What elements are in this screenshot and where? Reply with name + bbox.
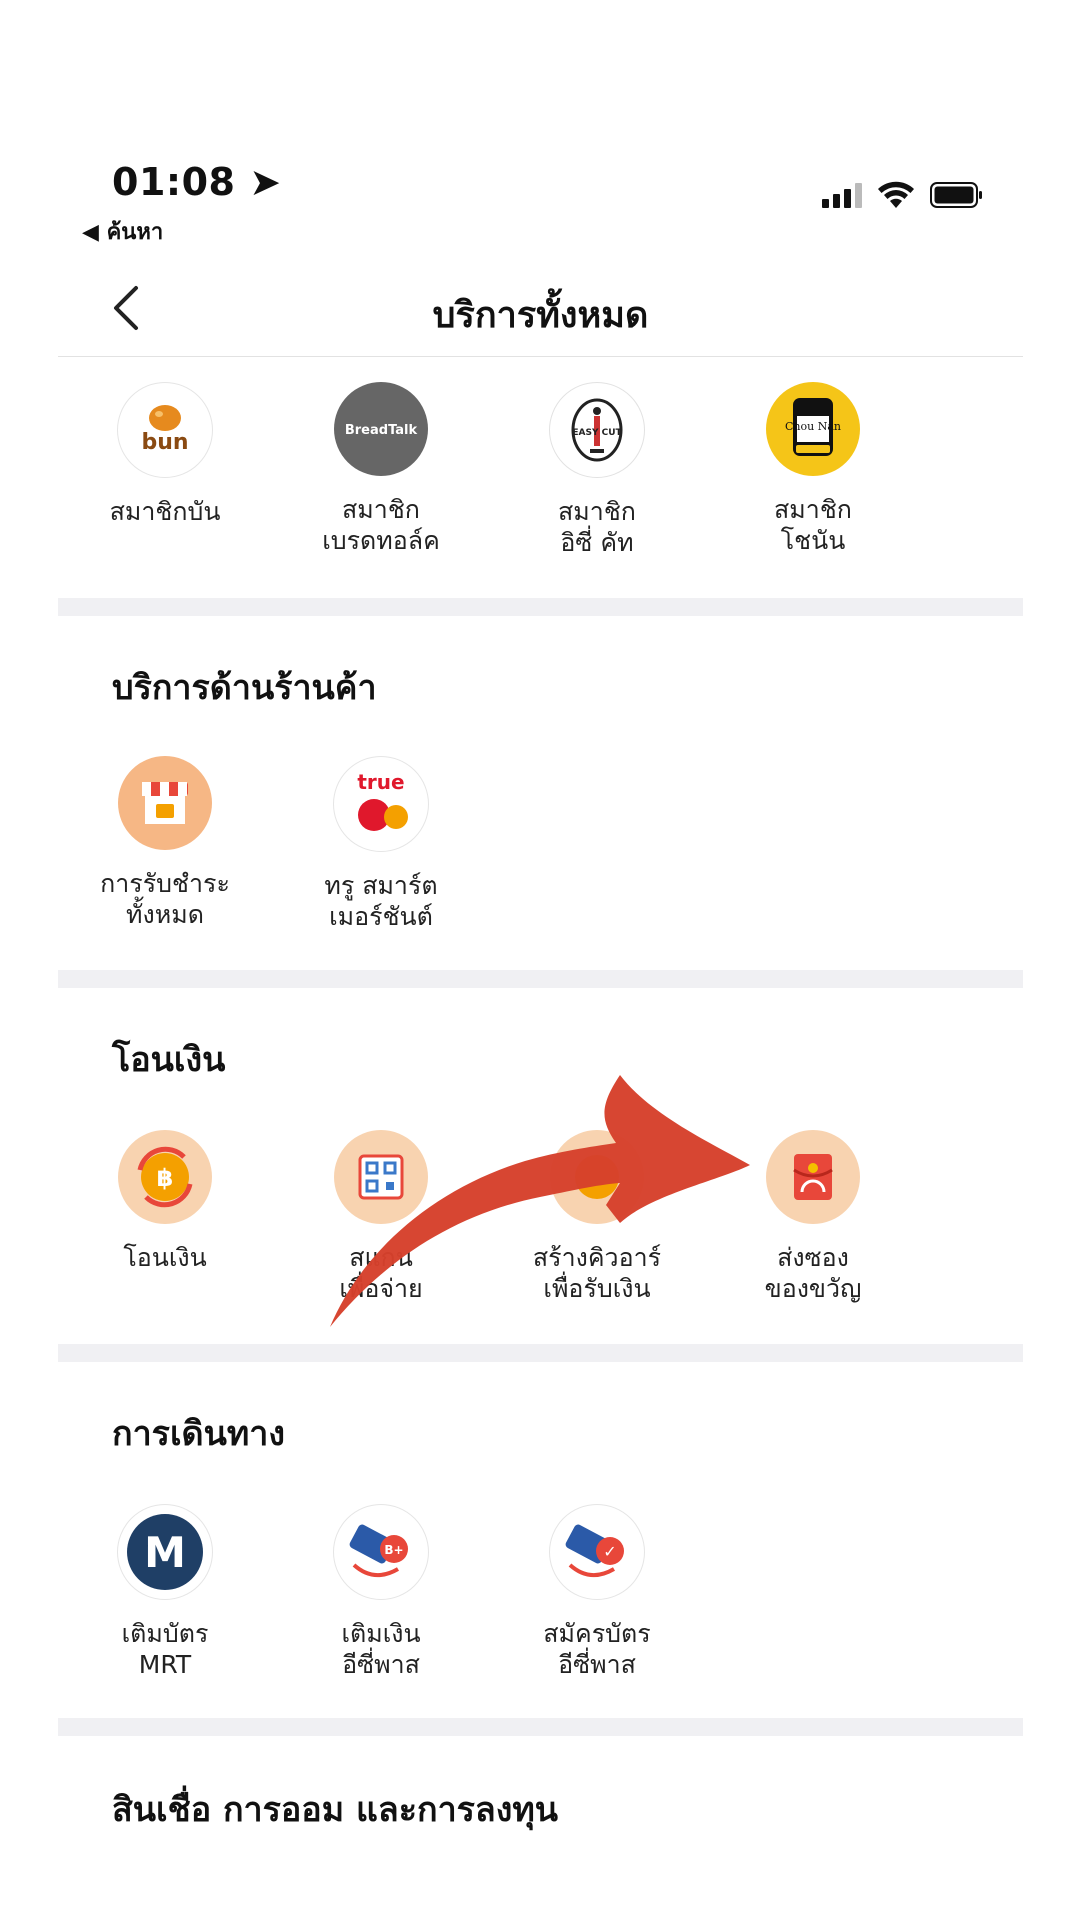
- breadtalk-logo-icon: BreadTalk: [334, 382, 428, 476]
- mrt-letter: M: [144, 1528, 186, 1577]
- location-arrow-icon: ➤: [249, 160, 282, 204]
- easycut-logo-text: EASY CUT: [572, 428, 622, 438]
- tile-topup-easypass[interactable]: B+ เติมเงิน อีซี่พาส: [274, 1504, 488, 1680]
- status-bar: 01:08 ➤ ◀ ค้นหา: [0, 0, 1080, 250]
- section-divider: [58, 970, 1023, 988]
- bun-logo-text: bun: [141, 430, 188, 455]
- easypass-register-icon: ✓: [549, 1504, 645, 1600]
- baht-symbol: ฿: [157, 1164, 174, 1192]
- tile-label: การรับชำระ ทั้งหมด: [100, 869, 230, 929]
- chounan-logo-text: Chou Nan: [785, 420, 841, 433]
- section-title-merchant: บริการด้านร้านค้า: [112, 668, 377, 708]
- gift-envelope-icon: [766, 1130, 860, 1224]
- tile-label: สมัครบัตร อีซี่พาส: [543, 1619, 651, 1679]
- section-title-transfer: โอนเงิน: [112, 1040, 226, 1080]
- shop-icon: [118, 756, 212, 850]
- breadtalk-logo-text: BreadTalk: [345, 423, 418, 438]
- bun-logo-icon: bun: [117, 382, 213, 478]
- tile-register-easypass[interactable]: ✓ สมัครบัตร อีซี่พาส: [490, 1504, 704, 1680]
- tile-label: โอนเงิน: [123, 1243, 207, 1272]
- members-row: bun สมาชิกบัน BreadTalk สมาชิก เบรดทอล์ค …: [58, 382, 1023, 572]
- tile-label: ทรู สมาร์ต เมอร์ชันต์: [324, 871, 438, 931]
- tile-label: สมาชิก อิซี่ คัท: [558, 497, 636, 557]
- tile-label: เติมบัตร MRT: [121, 1619, 209, 1679]
- tile-transfer[interactable]: ฿ โอนเงิน: [58, 1130, 272, 1273]
- tile-payment-all[interactable]: การรับชำระ ทั้งหมด: [58, 756, 272, 930]
- tile-member-chounan[interactable]: Chou Nan สมาชิก โชนัน: [706, 382, 920, 556]
- back-to-app-link[interactable]: ◀ ค้นหา: [82, 214, 163, 249]
- true-logo-text: true: [357, 770, 404, 794]
- navigation-bar: บริการทั้งหมด: [58, 270, 1023, 357]
- tile-label: สมาชิก โชนัน: [774, 495, 852, 555]
- easycut-logo-icon: EASY CUT: [549, 382, 645, 478]
- easypass-topup-icon: B+: [333, 1504, 429, 1600]
- tile-true-smart-merchant[interactable]: true ทรู สมาร์ต เมอร์ชันต์: [274, 756, 488, 932]
- easypass-register-badge: ✓: [603, 1542, 616, 1561]
- page-title: บริการทั้งหมด: [432, 295, 649, 336]
- travel-row: M เติมบัตร MRT B+ เติมเงิน อีซี่พาส ✓ สมัค…: [58, 1504, 1023, 1694]
- system-icons: [822, 180, 984, 210]
- section-title-travel: การเดินทาง: [112, 1414, 285, 1454]
- section-divider: [58, 1718, 1023, 1736]
- mrt-icon: M: [117, 1504, 213, 1600]
- tile-label: เติมเงิน อีซี่พาส: [341, 1619, 421, 1679]
- merchant-row: การรับชำระ ทั้งหมด true ทรู สมาร์ต เมอร์ชั…: [58, 756, 1023, 946]
- tile-member-breadtalk[interactable]: BreadTalk สมาชิก เบรดทอล์ค: [274, 382, 488, 556]
- section-title-loans: สินเชื่อ การออม และการลงทุน: [112, 1790, 559, 1830]
- wifi-icon: [878, 181, 914, 208]
- section-divider: [58, 598, 1023, 616]
- status-time: 01:08 ➤: [112, 160, 282, 204]
- section-divider: [58, 1344, 1023, 1362]
- easypass-topup-badge: B+: [384, 1543, 403, 1557]
- signal-icon: [822, 182, 862, 208]
- red-arrow-annotation: [330, 1075, 750, 1327]
- tile-member-easycut[interactable]: EASY CUT สมาชิก อิซี่ คัท: [490, 382, 704, 558]
- battery-icon: [930, 182, 982, 208]
- tile-label: สมาชิกบัน: [109, 497, 221, 526]
- baht-transfer-icon: ฿: [118, 1130, 212, 1224]
- tile-topup-mrt[interactable]: M เติมบัตร MRT: [58, 1504, 272, 1680]
- true-smart-merchant-icon: true: [333, 756, 429, 852]
- tile-label: สมาชิก เบรดทอล์ค: [322, 495, 440, 555]
- tile-member-bun[interactable]: bun สมาชิกบัน: [58, 382, 272, 527]
- chounan-logo-icon: Chou Nan: [766, 382, 860, 476]
